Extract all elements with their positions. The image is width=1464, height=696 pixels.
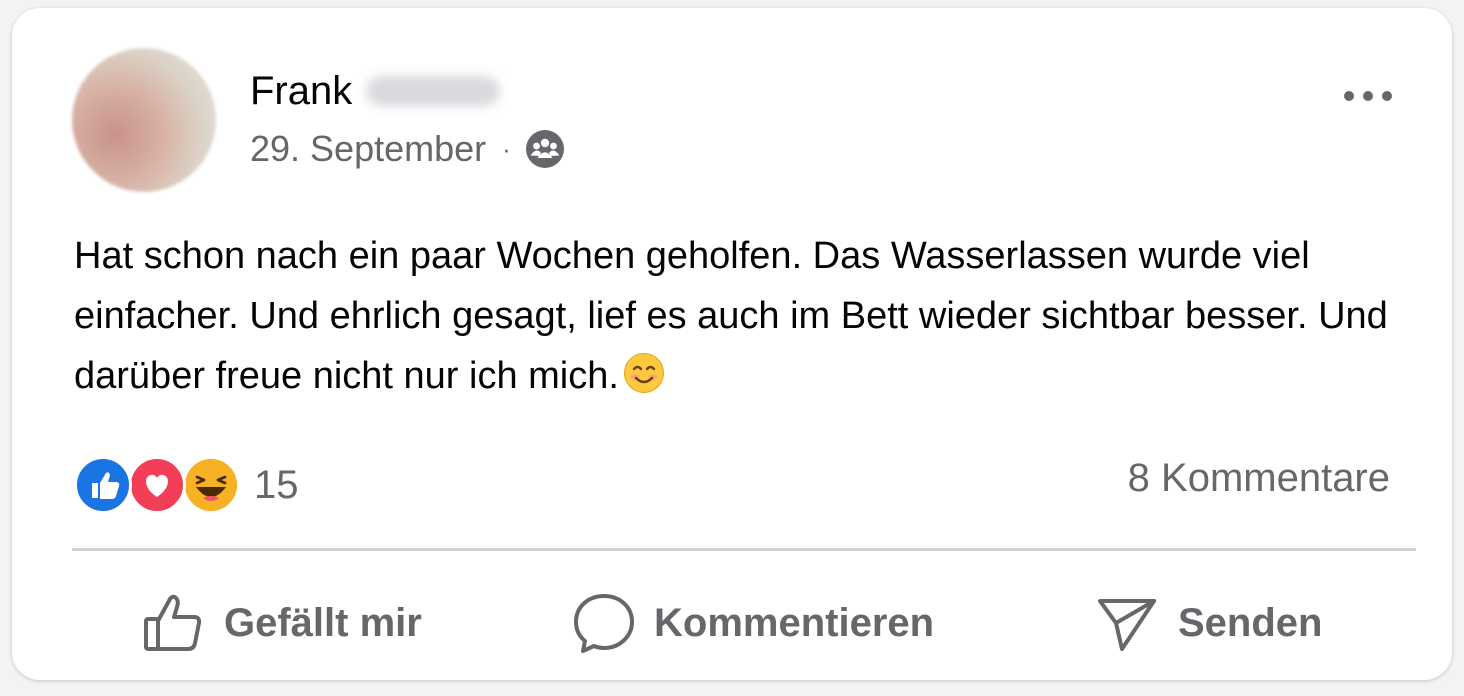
comment-button[interactable]: Kommentieren	[572, 590, 934, 656]
author-name[interactable]: Frank	[250, 69, 352, 114]
send-icon	[1098, 599, 1156, 651]
post-meta: 29. September ·	[250, 126, 565, 172]
thumbs-up-icon	[144, 594, 202, 651]
author-avatar[interactable]	[72, 48, 216, 192]
love-reaction-icon	[128, 456, 186, 514]
send-button[interactable]: Senden	[1096, 590, 1322, 656]
comments-count[interactable]: 8 Kommentare	[1128, 456, 1390, 501]
group-audience-icon[interactable]	[525, 129, 565, 169]
haha-reaction-icon	[182, 456, 240, 514]
smiling-face-icon	[623, 353, 664, 393]
post-date[interactable]: 29. September	[250, 128, 486, 170]
like-reaction-icon	[74, 456, 132, 514]
post-card: Frank 29. September · Hat schon nach ein…	[12, 8, 1452, 680]
post-body: Hat schon nach ein paar Wochen geholfen.…	[74, 235, 1388, 397]
divider	[72, 548, 1416, 551]
post-text: Hat schon nach ein paar Wochen geholfen.…	[74, 226, 1414, 406]
more-horizontal-icon[interactable]	[1342, 86, 1394, 106]
author-row: Frank	[250, 66, 501, 116]
reaction-summary[interactable]: 15	[74, 454, 299, 516]
comment-button-label: Kommentieren	[654, 600, 935, 645]
send-button-label: Senden	[1178, 600, 1323, 645]
author-surname-blurred	[366, 76, 501, 106]
comment-bubble-icon	[574, 594, 634, 653]
meta-separator: ·	[502, 133, 511, 164]
reaction-count: 15	[254, 462, 299, 507]
like-button[interactable]: Gefällt mir	[142, 590, 422, 656]
like-button-label: Gefällt mir	[224, 600, 422, 645]
